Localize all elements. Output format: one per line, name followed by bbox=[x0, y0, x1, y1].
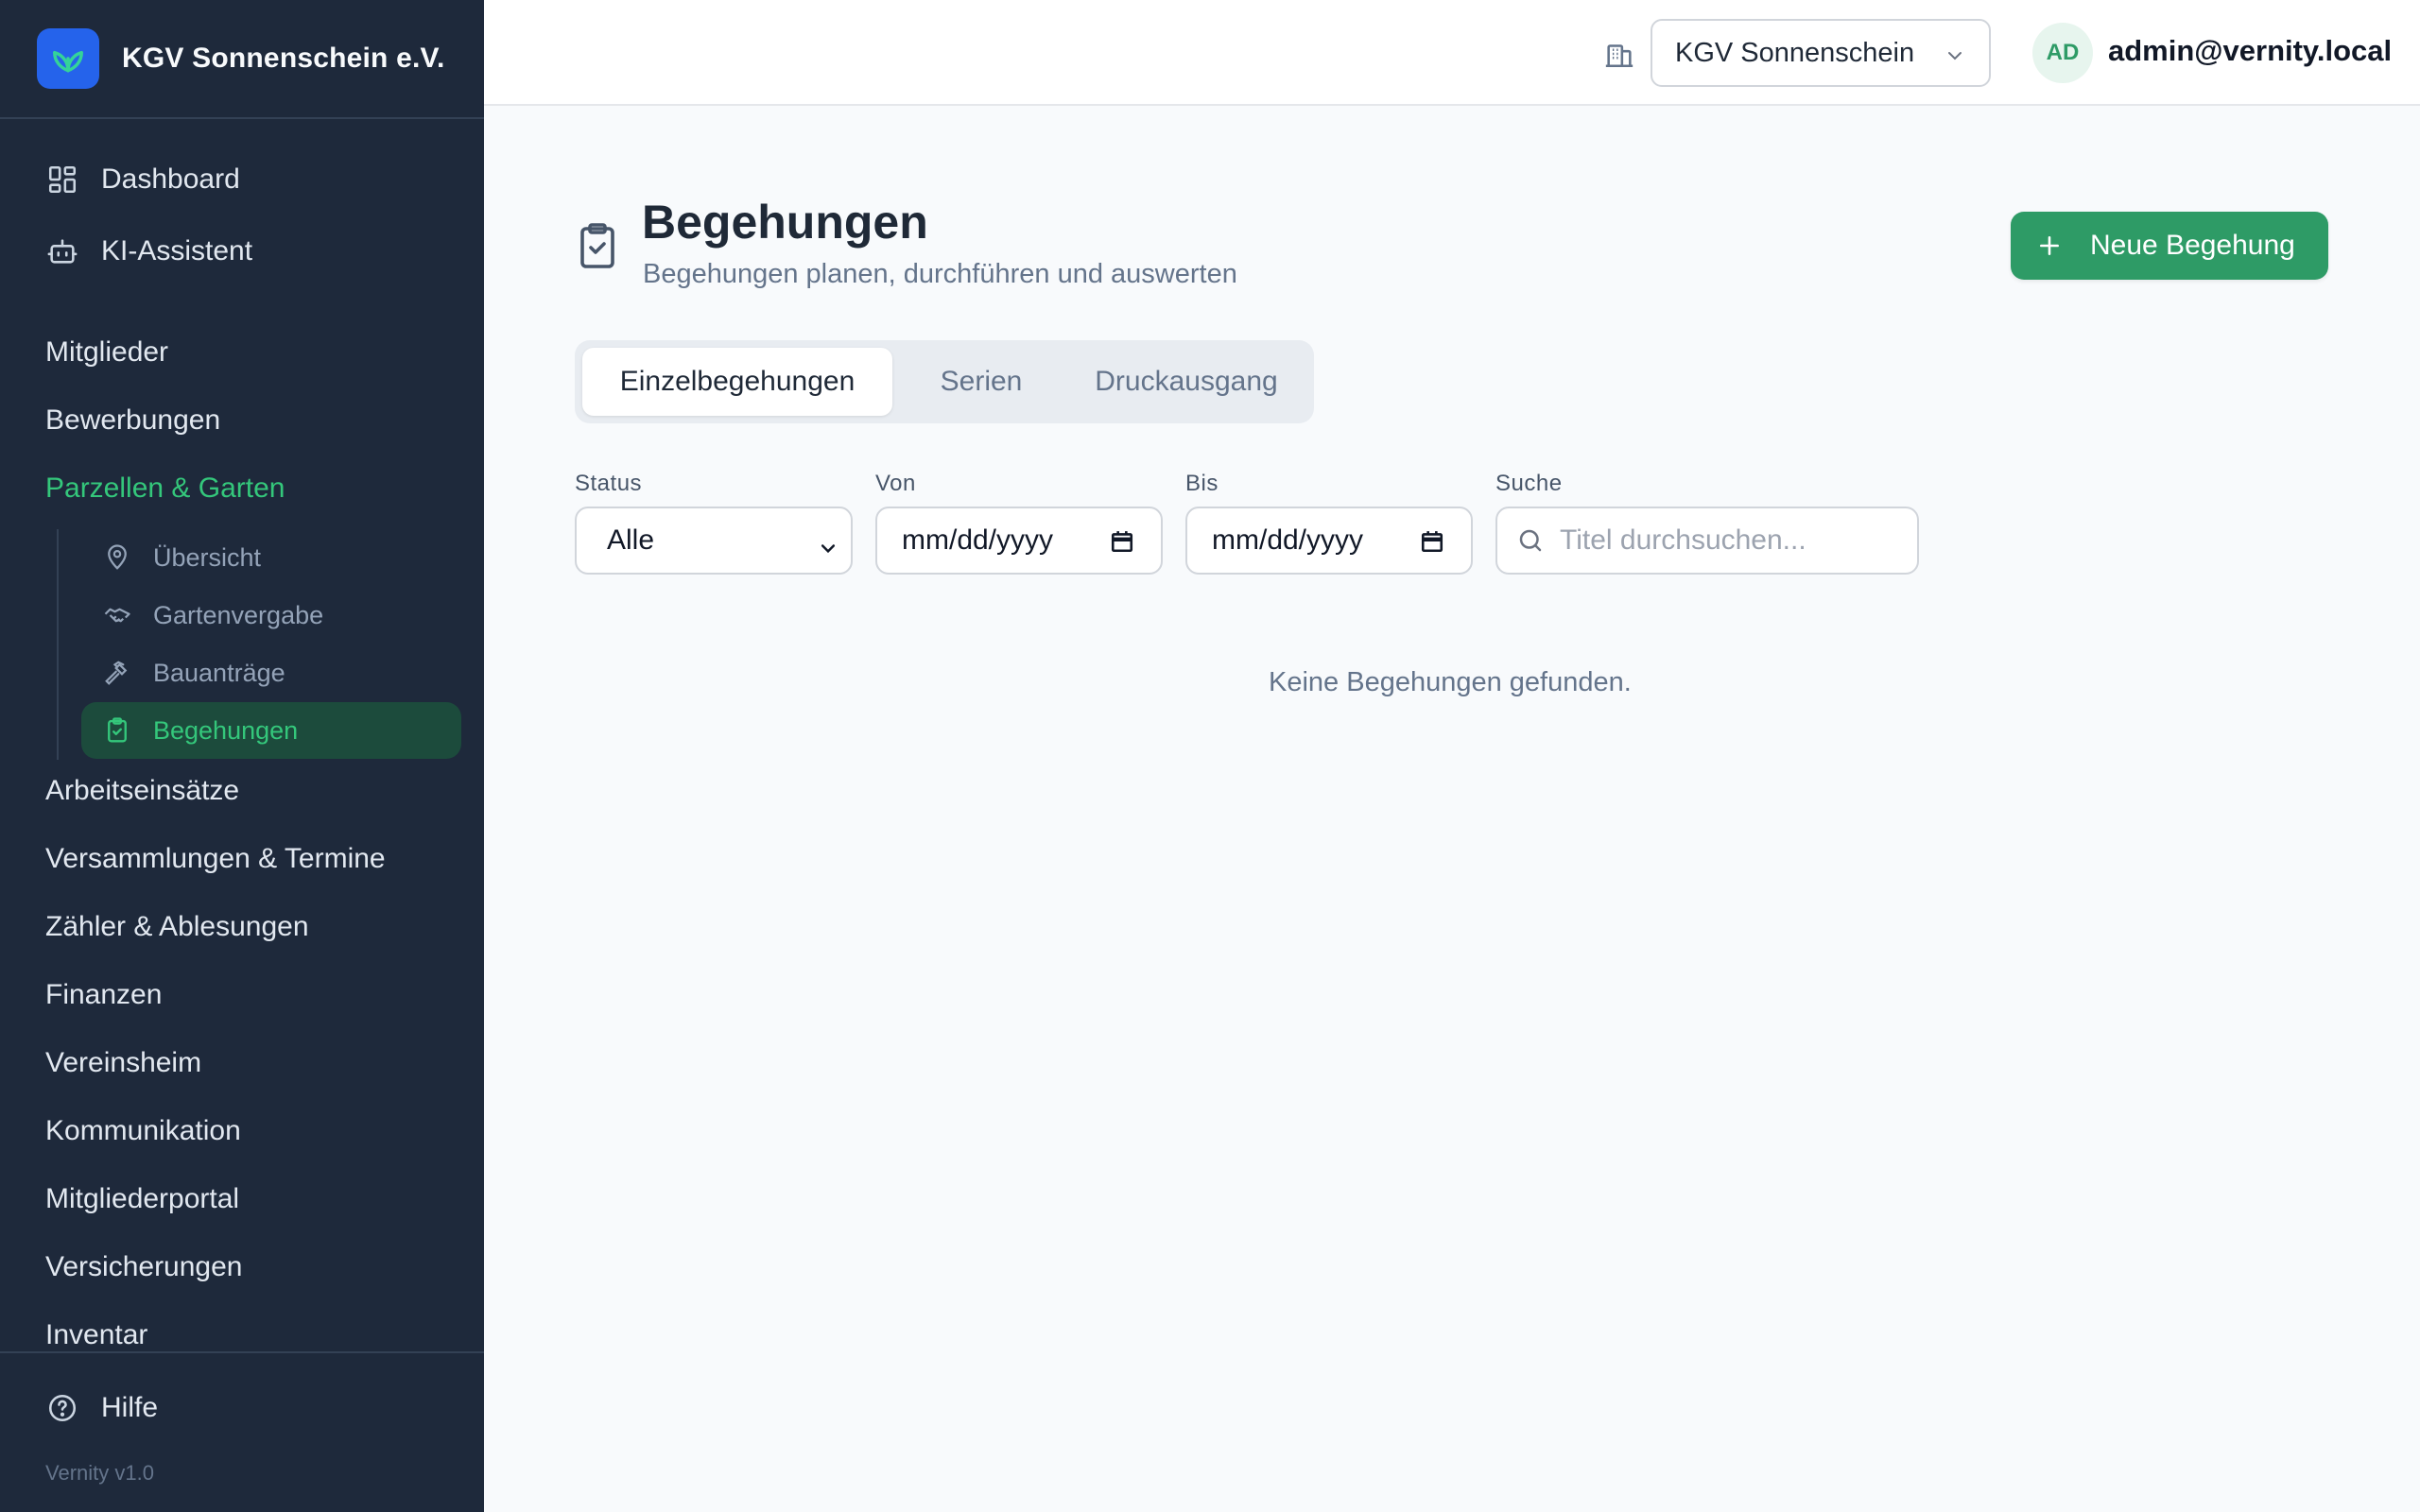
org-name: KGV Sonnenschein e.V. bbox=[122, 43, 445, 74]
nav-label: Bewerbungen bbox=[45, 404, 221, 436]
nav-versammlungen[interactable]: Versammlungen & Termine bbox=[45, 843, 386, 875]
nav-vereinsheim[interactable]: Vereinsheim bbox=[45, 1047, 201, 1079]
calendar-icon[interactable] bbox=[1110, 529, 1134, 554]
nav-mitglieder[interactable]: Mitglieder bbox=[45, 336, 168, 369]
organization-select-value: KGV Sonnenschein e.V. bbox=[1675, 37, 1923, 68]
chevron-down-icon bbox=[819, 533, 838, 554]
user-email[interactable]: admin@vernity.local bbox=[2108, 34, 2392, 68]
clipboard-check-icon bbox=[102, 715, 132, 746]
status-select-value: Alle bbox=[607, 524, 655, 556]
search-placeholder: Titel durchsuchen... bbox=[1560, 524, 1806, 556]
page-subtitle: Begehungen planen, durchführen und auswe… bbox=[643, 259, 1237, 289]
nav-label: Arbeitseinsätze bbox=[45, 775, 240, 806]
clipboard-check-icon bbox=[575, 221, 620, 270]
search-input[interactable]: Titel durchsuchen... bbox=[1495, 507, 1919, 575]
handshake-icon bbox=[102, 600, 132, 630]
tab-serien[interactable]: Serien bbox=[904, 348, 1059, 416]
top-header: KGV Sonnenschein e.V. AD admin@vernity.l… bbox=[484, 0, 2420, 106]
sub-label: Bauanträge bbox=[153, 658, 285, 687]
nav-mitgliederportal[interactable]: Mitgliederportal bbox=[45, 1183, 239, 1215]
layout-dashboard-icon bbox=[45, 163, 79, 197]
organization-select[interactable]: KGV Sonnenschein e.V. bbox=[1651, 19, 1991, 87]
to-date-label: Bis bbox=[1185, 471, 1219, 496]
nav-inventar[interactable]: Inventar bbox=[45, 1319, 147, 1351]
help-label: Hilfe bbox=[101, 1392, 159, 1423]
nav-arbeitseinsaetze[interactable]: Arbeitseinsätze bbox=[45, 775, 239, 807]
to-date-value: mm/dd/yyyy bbox=[1212, 524, 1364, 556]
nav-bewerbungen[interactable]: Bewerbungen bbox=[45, 404, 220, 437]
submenu-guide-line bbox=[57, 529, 59, 760]
calendar-icon[interactable] bbox=[1420, 529, 1444, 554]
sub-label: Begehungen bbox=[153, 715, 299, 745]
tab-druckausgang[interactable]: Druckausgang bbox=[1066, 348, 1306, 416]
nav-label: Mitglieder bbox=[45, 336, 169, 368]
hammer-icon bbox=[102, 658, 132, 688]
from-date-label: Von bbox=[875, 471, 916, 496]
status-select[interactable]: Alle bbox=[575, 507, 853, 575]
new-begehung-label: Neue Begehung bbox=[2090, 230, 2295, 261]
nav-label: KI-Assistent bbox=[101, 235, 253, 266]
sidebar-item-gartenvergabe[interactable]: Gartenvergabe bbox=[81, 587, 461, 644]
bot-icon bbox=[45, 234, 79, 268]
status-filter-label: Status bbox=[575, 471, 643, 496]
help-link[interactable]: Hilfe bbox=[45, 1391, 158, 1425]
plus-icon bbox=[2035, 232, 2064, 260]
nav-label: Zähler & Ablesungen bbox=[45, 911, 309, 942]
nav-parzellen-garten[interactable]: Parzellen & Garten bbox=[45, 472, 285, 505]
nav-label: Parzellen & Garten bbox=[45, 472, 285, 504]
sidebar-footer: Hilfe Vernity v1.0 bbox=[0, 1351, 484, 1512]
empty-state-message: Keine Begehungen gefunden. bbox=[1269, 667, 1632, 697]
brand[interactable]: KGV Sonnenschein e.V. bbox=[0, 0, 484, 119]
page-title: Begehungen bbox=[642, 196, 928, 249]
sidebar-item-bauantraege[interactable]: Bauanträge bbox=[81, 644, 461, 701]
nav-label: Vereinsheim bbox=[45, 1047, 202, 1078]
nav-ki-assistent[interactable]: KI-Assistent bbox=[45, 234, 252, 268]
nav-label: Versicherungen bbox=[45, 1251, 243, 1282]
nav-label: Versammlungen & Termine bbox=[45, 843, 386, 874]
to-date-input[interactable]: mm/dd/yyyy bbox=[1185, 507, 1473, 575]
nav-label: Dashboard bbox=[101, 163, 240, 195]
nav-label: Mitgliederportal bbox=[45, 1183, 240, 1214]
leaf-logo-icon bbox=[37, 28, 99, 89]
nav-dashboard[interactable]: Dashboard bbox=[45, 163, 240, 197]
search-icon bbox=[1516, 526, 1545, 555]
new-begehung-button[interactable]: Neue Begehung bbox=[2011, 212, 2328, 280]
help-circle-icon bbox=[45, 1391, 79, 1425]
building-icon bbox=[1603, 38, 1635, 70]
sidebar: KGV Sonnenschein e.V. Dashboard KI-Assis… bbox=[0, 0, 484, 1512]
sidebar-item-uebersicht[interactable]: Übersicht bbox=[81, 529, 461, 586]
nav-kommunikation[interactable]: Kommunikation bbox=[45, 1115, 241, 1147]
avatar[interactable]: AD bbox=[2032, 23, 2093, 83]
app-version: Vernity v1.0 bbox=[45, 1461, 154, 1485]
search-label: Suche bbox=[1495, 471, 1563, 496]
from-date-value: mm/dd/yyyy bbox=[902, 524, 1054, 556]
nav-label: Kommunikation bbox=[45, 1115, 241, 1146]
nav-versicherungen[interactable]: Versicherungen bbox=[45, 1251, 242, 1283]
nav-finanzen[interactable]: Finanzen bbox=[45, 979, 162, 1011]
nav-label: Inventar bbox=[45, 1319, 148, 1350]
nav-label: Finanzen bbox=[45, 979, 163, 1010]
sub-label: Gartenvergabe bbox=[153, 600, 324, 629]
chevron-down-icon bbox=[1944, 43, 1966, 66]
sub-label: Übersicht bbox=[153, 542, 262, 572]
map-pin-icon bbox=[102, 542, 132, 573]
tab-einzelbegehungen[interactable]: Einzelbegehungen bbox=[582, 348, 892, 416]
from-date-input[interactable]: mm/dd/yyyy bbox=[875, 507, 1163, 575]
sidebar-item-begehungen[interactable]: Begehungen bbox=[81, 702, 461, 759]
tab-bar: Einzelbegehungen Serien Druckausgang bbox=[575, 340, 1314, 423]
nav-zaehler[interactable]: Zähler & Ablesungen bbox=[45, 911, 309, 943]
